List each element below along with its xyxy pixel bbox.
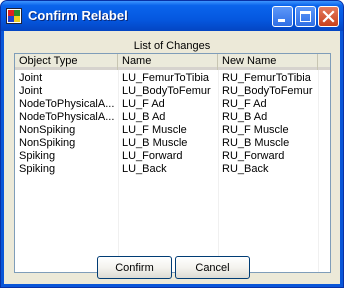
list-header: Object Type Name New Name [15, 54, 330, 70]
cell-object-type: NodeToPhysicalA... [19, 98, 115, 110]
list-item[interactable]: NodeToPhysicalA... LU_F Ad RU_F Ad [15, 98, 330, 111]
confirm-button[interactable]: Confirm [97, 256, 172, 279]
column-header-name[interactable]: Name [118, 54, 218, 70]
minimize-button[interactable] [272, 6, 293, 27]
cell-object-type: NonSpiking [19, 137, 76, 149]
cell-new-name: RU_FemurToTibia [222, 72, 311, 84]
list-item[interactable]: NonSpiking LU_B Muscle RU_B Muscle [15, 137, 330, 150]
column-header-new-name[interactable]: New Name [218, 54, 318, 70]
close-button[interactable] [318, 6, 339, 27]
list-item[interactable]: NonSpiking LU_F Muscle RU_F Muscle [15, 124, 330, 137]
list-item[interactable]: Joint LU_FemurToTibia RU_FemurToTibia [15, 72, 330, 85]
cell-name: LU_FemurToTibia [122, 72, 210, 84]
list-item[interactable]: Joint LU_BodyToFemur RU_BodyToFemur [15, 85, 330, 98]
cell-name: LU_F Muscle [122, 124, 187, 136]
list-item[interactable]: NodeToPhysicalA... LU_B Ad RU_B Ad [15, 111, 330, 124]
title-bar[interactable]: Confirm Relabel [1, 1, 343, 31]
cell-name: LU_Back [122, 163, 167, 175]
list-item[interactable]: Spiking LU_Forward RU_Forward [15, 150, 330, 163]
column-header-object-type[interactable]: Object Type [15, 54, 118, 70]
maximize-button[interactable] [295, 6, 316, 27]
cell-name: LU_Forward [122, 150, 183, 162]
dialog-window: Confirm Relabel List of Changes Object T… [0, 0, 344, 288]
window-title: Confirm Relabel [28, 8, 128, 23]
cell-object-type: NodeToPhysicalA... [19, 111, 115, 123]
app-icon [6, 8, 22, 24]
list-item[interactable]: Spiking LU_Back RU_Back [15, 163, 330, 176]
cell-object-type: Spiking [19, 163, 56, 175]
changes-list[interactable]: Object Type Name New Name Joint LU_Femur… [14, 53, 331, 273]
cell-object-type: Joint [19, 72, 43, 84]
cell-name: LU_B Ad [122, 111, 166, 123]
close-icon [322, 10, 335, 23]
cell-new-name: RU_B Ad [222, 111, 268, 123]
cell-new-name: RU_Forward [222, 150, 285, 162]
cell-new-name: RU_BodyToFemur [222, 85, 313, 97]
dialog-body: List of Changes Object Type Name New Nam… [4, 31, 340, 284]
cell-object-type: Spiking [19, 150, 56, 162]
list-rows: Joint LU_FemurToTibia RU_FemurToTibia Jo… [15, 72, 330, 176]
cell-new-name: RU_B Muscle [222, 137, 290, 149]
maximize-icon [300, 11, 311, 22]
cell-new-name: RU_F Ad [222, 98, 267, 110]
column-header-filler [318, 54, 330, 70]
cell-object-type: NonSpiking [19, 124, 76, 136]
cell-name: LU_F Ad [122, 98, 165, 110]
minimize-icon [278, 19, 285, 22]
cell-new-name: RU_Back [222, 163, 269, 175]
cell-name: LU_BodyToFemur [122, 85, 211, 97]
cell-object-type: Joint [19, 85, 43, 97]
cancel-button[interactable]: Cancel [175, 256, 250, 279]
cell-name: LU_B Muscle [122, 137, 188, 149]
cell-new-name: RU_F Muscle [222, 124, 289, 136]
changes-list-title: List of Changes [133, 40, 211, 52]
